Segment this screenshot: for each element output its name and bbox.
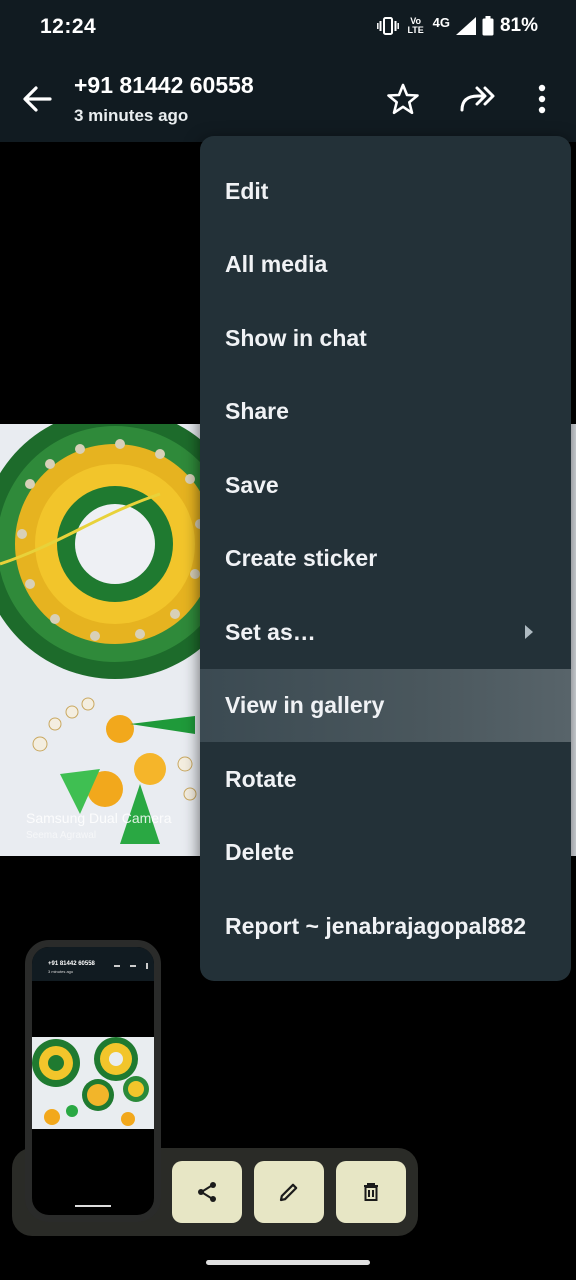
edit-button[interactable] [254,1161,324,1223]
submenu-arrow-icon [525,625,533,639]
menu-item-set-as[interactable]: Set as… [200,596,571,669]
signal-icon [455,17,476,35]
thumbnail-photo [32,1037,154,1129]
menu-item-delete[interactable]: Delete [200,816,571,889]
menu-item-label: All media [225,251,328,277]
thumbnail-star-icon [114,965,120,967]
menu-item-report[interactable]: Report ~ jenabrajagopal882 [200,890,571,963]
overflow-menu: Edit All media Show in chat Share Save C… [200,136,571,981]
menu-item-label: Save [225,472,279,498]
trash-icon [364,1183,378,1201]
menu-item-label: Set as… [225,619,316,645]
photo-watermark-author: Seema Agrawal [26,830,97,841]
menu-item-label: Rotate [225,766,297,792]
thumbnail-title: +91 81442 60558 [48,961,95,967]
menu-item-label: Delete [225,839,295,865]
more-options-icon[interactable] [526,80,558,118]
menu-item-save[interactable]: Save [200,449,571,522]
battery-percent: 81% [499,15,538,36]
home-indicator[interactable] [206,1260,370,1265]
volte-indicator: Vo LTE [407,16,424,35]
status-bar: 12:24 Vo LTE 4G 81% [0,0,576,56]
menu-item-label: Share [225,398,289,424]
media-viewer-toolbar: +91 81442 60558 3 minutes ago [0,56,576,142]
menu-item-create-sticker[interactable]: Create sticker [200,522,571,595]
menu-item-edit[interactable]: Edit [200,155,571,228]
status-time: 12:24 [40,15,97,38]
contact-title: +91 81442 60558 [74,72,254,98]
timestamp: 3 minutes ago [74,106,189,125]
back-arrow-icon[interactable] [20,82,54,116]
thumbnail-forward-icon [130,965,136,967]
menu-item-view-in-gallery[interactable]: View in gallery [200,669,571,742]
thumbnail-more-icon [146,963,148,969]
share-button[interactable] [172,1161,242,1223]
menu-item-share[interactable]: Share [200,375,571,448]
thumbnail-toolbar: +91 81442 60558 3 minutes ago [32,947,154,981]
menu-item-show-in-chat[interactable]: Show in chat [200,302,571,375]
pencil-icon [279,1183,298,1202]
status-icons: Vo LTE 4G 81% [376,14,538,37]
menu-item-label: Create sticker [225,545,378,571]
menu-item-label: View in gallery [225,692,385,718]
delete-button[interactable] [336,1161,406,1223]
star-icon[interactable] [386,82,420,116]
share-icon [198,1182,216,1202]
photo-watermark: Samsung Dual Camera [26,810,172,826]
vibrate-icon [376,17,399,35]
menu-item-rotate[interactable]: Rotate [200,743,571,816]
menu-item-label: Show in chat [225,325,367,351]
thumbnail-home-indicator [75,1205,111,1207]
screenshot-thumbnail[interactable]: +91 81442 60558 3 minutes ago [25,940,161,1222]
menu-item-all-media[interactable]: All media [200,228,571,301]
battery-icon [482,16,494,36]
network-type: 4G [432,14,450,30]
forward-icon[interactable] [458,84,498,114]
thumbnail-subtitle: 3 minutes ago [48,969,74,974]
menu-item-label: Edit [225,178,269,204]
menu-item-label: Report ~ jenabrajagopal882 [225,913,527,939]
